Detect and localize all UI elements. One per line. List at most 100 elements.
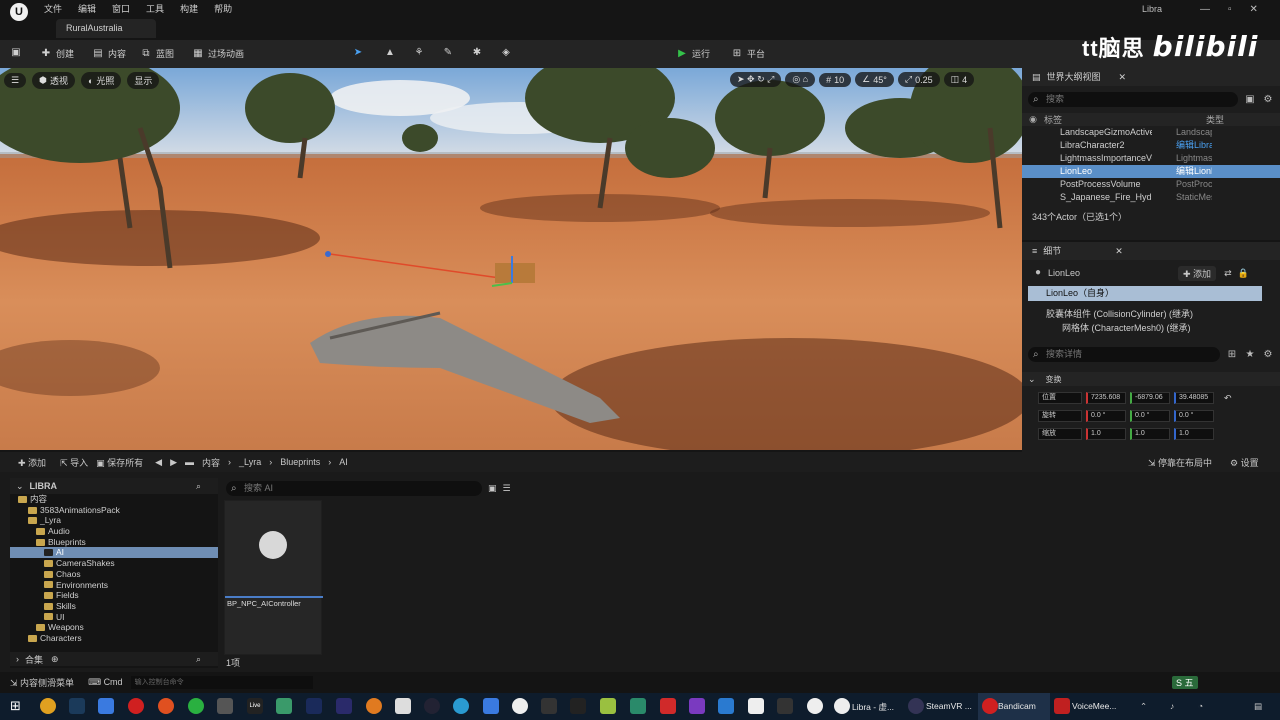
breadcrumb-content[interactable]: 内容: [202, 456, 220, 469]
windows-start-icon[interactable]: ⊞: [10, 698, 26, 714]
component-self-row[interactable]: LionLeo（自身）: [1028, 286, 1262, 301]
tree-item-selected[interactable]: AI: [10, 547, 218, 559]
outliner-row-selected[interactable]: LionLeo 编辑LionLeo: [1022, 165, 1280, 178]
star-icon[interactable]: ★: [1244, 349, 1256, 361]
app-icon[interactable]: [276, 698, 292, 714]
maximize-icon[interactable]: ▫: [1228, 4, 1232, 15]
scale-y-field[interactable]: 1.0: [1130, 428, 1170, 440]
tree-item[interactable]: Audio: [10, 526, 218, 537]
tray-overflow-icon[interactable]: ⌃: [1140, 701, 1147, 712]
chrome-icon[interactable]: [40, 698, 56, 714]
blueprint-button[interactable]: ⧉ 蓝图: [140, 47, 174, 60]
angle-snap-button[interactable]: ∠ 45°: [855, 72, 894, 87]
minimize-icon[interactable]: —: [1200, 4, 1210, 15]
tree-item[interactable]: Chaos: [10, 569, 218, 580]
surface-snap-button[interactable]: ◎ ⌂: [785, 72, 816, 87]
tree-item[interactable]: _Lyra: [10, 515, 218, 526]
epic-icon[interactable]: [777, 698, 793, 714]
console-input[interactable]: 输入控制台命令: [130, 676, 313, 689]
content-button[interactable]: ▤ 内容: [92, 47, 126, 60]
outliner-col-type[interactable]: 类型: [1206, 113, 1224, 126]
menu-tools[interactable]: 工具: [146, 2, 164, 15]
voicemeeter-icon[interactable]: [1054, 698, 1070, 714]
menu-edit[interactable]: 编辑: [78, 2, 96, 15]
tree-item[interactable]: 3583AnimationsPack: [10, 505, 218, 516]
live-icon[interactable]: Live: [247, 698, 263, 714]
steam-icon[interactable]: [69, 698, 85, 714]
component-row[interactable]: 网格体 (CharacterMesh0) (继承): [1022, 321, 1280, 335]
tree-item[interactable]: Weapons: [10, 622, 218, 633]
taskbar-item-bandicam[interactable]: Bandicam: [998, 701, 1036, 711]
add-filter-icon[interactable]: ▣: [1244, 94, 1256, 106]
app-icon[interactable]: [98, 698, 114, 714]
transform-section[interactable]: ⌄ 变换: [1022, 372, 1280, 386]
reset-icon[interactable]: ↶: [1224, 393, 1232, 404]
location-y-field[interactable]: -6879.06: [1130, 392, 1170, 404]
close-tab-icon[interactable]: ✕: [1119, 68, 1127, 86]
tree-search-icon[interactable]: ⌕: [196, 481, 201, 492]
app-icon[interactable]: [630, 698, 646, 714]
outliner-row-type[interactable]: 编辑LionLeo: [1152, 165, 1212, 178]
rotation-y-field[interactable]: 0.0 °: [1130, 410, 1170, 422]
viewport-menu-button[interactable]: ☰: [4, 73, 27, 88]
tree-item[interactable]: Environments: [10, 580, 218, 591]
steamvr-icon[interactable]: [908, 698, 924, 714]
rotation-mode-select[interactable]: 旋转: [1038, 410, 1082, 422]
menu-help[interactable]: 帮助: [214, 2, 232, 15]
blender-icon[interactable]: [366, 698, 382, 714]
foliage-mode-button[interactable]: ⚘: [413, 47, 425, 59]
app-icon[interactable]: [483, 698, 499, 714]
tree-item[interactable]: Skills: [10, 601, 218, 612]
app-icon[interactable]: [453, 698, 469, 714]
cb-save-all-button[interactable]: ▣ 保存所有: [96, 456, 143, 469]
table-view-icon[interactable]: ⊞: [1226, 349, 1238, 361]
menu-window[interactable]: 窗口: [112, 2, 130, 15]
tree-item[interactable]: CameraShakes: [10, 558, 218, 569]
content-drawer-button[interactable]: ⇲ 内容侧滑菜单: [10, 676, 74, 689]
breadcrumb-ai[interactable]: AI: [339, 457, 348, 467]
outliner-search-input[interactable]: 搜索: [1028, 92, 1238, 107]
outliner-row[interactable]: LightmassImportanceVolume LightmassImpo: [1022, 152, 1280, 165]
save-button[interactable]: ▣: [10, 47, 22, 59]
show-button[interactable]: 显示: [127, 72, 160, 89]
asset-tile[interactable]: BP_NPC_AIController: [224, 500, 323, 655]
run-button[interactable]: ▶ 运行: [676, 47, 710, 60]
settings-icon[interactable]: ⚙: [1262, 349, 1274, 361]
audition-icon[interactable]: [336, 698, 352, 714]
app-icon[interactable]: [570, 698, 586, 714]
close-tab-icon[interactable]: ✕: [1115, 242, 1123, 260]
outliner-col-label[interactable]: 标签: [1044, 113, 1206, 126]
details-search-input[interactable]: 搜索详情: [1028, 347, 1220, 362]
outliner-row[interactable]: S_Japanese_Fire_Hydrant_uddj StaticMeshAc…: [1022, 191, 1280, 204]
level-tab[interactable]: RuralAustralia: [56, 19, 156, 38]
platform-button[interactable]: ⊞ 平台: [731, 47, 765, 60]
grid-snap-button[interactable]: #10: [819, 72, 852, 87]
transform-tools[interactable]: ➤ ✥ ↻ ⤢: [730, 72, 782, 87]
rotation-z-field[interactable]: 0.0 °: [1174, 410, 1214, 422]
outliner-row[interactable]: LandscapeGizmoActiveActor4 LandscapeGizm: [1022, 126, 1280, 139]
filter-icon[interactable]: ☰: [503, 483, 511, 494]
photoshop-icon[interactable]: [306, 698, 322, 714]
tree-item[interactable]: Fields: [10, 590, 218, 601]
volume-icon[interactable]: ♪: [1170, 701, 1174, 711]
component-row[interactable]: 胶囊体组件 (CollisionCylinder) (继承): [1022, 307, 1280, 321]
cinematics-button[interactable]: ▦ 过场动画: [192, 47, 244, 60]
app-icon[interactable]: [158, 698, 174, 714]
app-icon[interactable]: [660, 698, 676, 714]
scale-x-field[interactable]: 1.0: [1086, 428, 1126, 440]
create-button[interactable]: ✚ 创建: [40, 47, 74, 60]
location-z-field[interactable]: 39.48085: [1174, 392, 1214, 404]
wechat-icon[interactable]: [188, 698, 204, 714]
app-icon[interactable]: [748, 698, 764, 714]
taskbar-item-steamvr[interactable]: SteamVR ...: [926, 701, 972, 711]
outliner-row[interactable]: PostProcessVolume PostProcessVo: [1022, 178, 1280, 191]
add-collection-icon[interactable]: ⊕: [51, 654, 59, 665]
menu-file[interactable]: 文件: [44, 2, 62, 15]
tree-item[interactable]: Blueprints: [10, 537, 218, 548]
add-component-button[interactable]: ✚ 添加: [1178, 265, 1217, 281]
fracture-button[interactable]: ✱: [471, 47, 483, 59]
outliner-row[interactable]: LibraCharacter2 编辑LibraChara: [1022, 139, 1280, 152]
settings-icon[interactable]: ⚙: [1262, 94, 1274, 106]
location-x-field[interactable]: 7235.608: [1086, 392, 1126, 404]
cb-add-button[interactable]: ✚ 添加: [18, 456, 46, 469]
